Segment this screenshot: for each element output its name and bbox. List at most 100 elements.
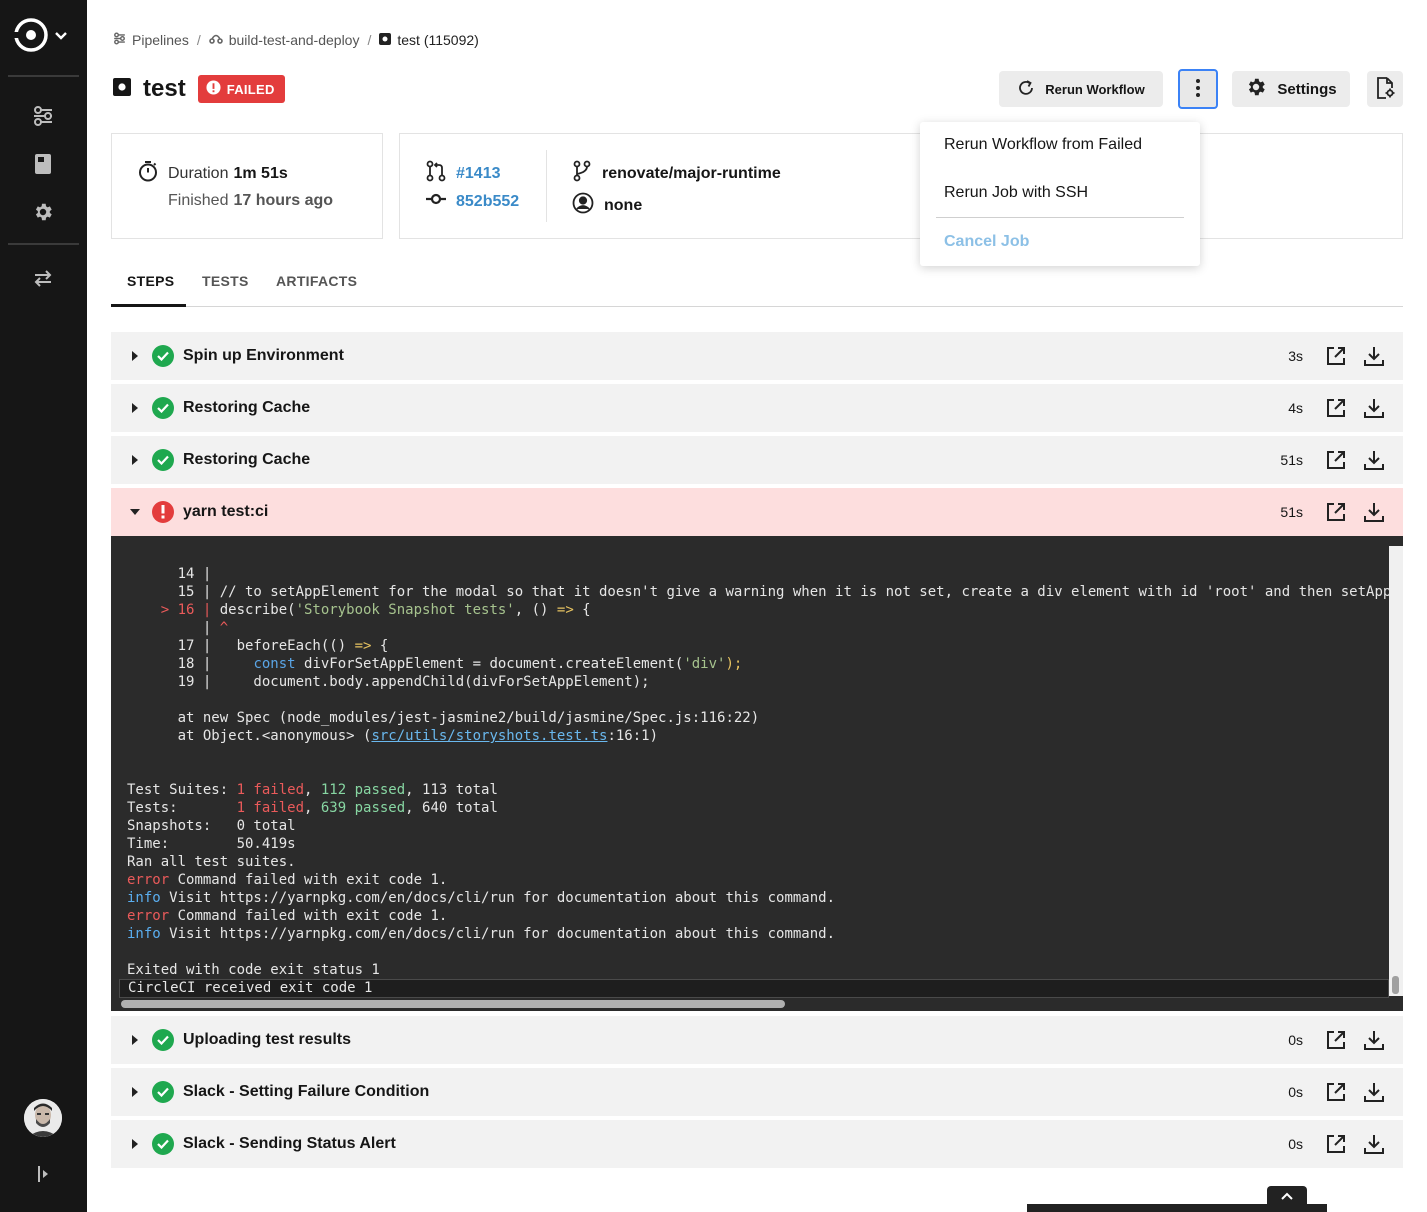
terminal-line: ); (725, 656, 743, 672)
terminal-keyword: const (253, 656, 296, 672)
expand-sidebar-icon[interactable] (29, 1160, 57, 1188)
menu-item-rerun-with-ssh[interactable]: Rerun Job with SSH (944, 184, 1088, 202)
caret-right-icon[interactable] (129, 350, 141, 362)
caret-right-icon[interactable] (129, 454, 141, 466)
commit-link[interactable]: 852b552 (456, 193, 519, 211)
step-row[interactable]: Restoring Cache 4s (111, 384, 1403, 432)
vertical-scrollbar-thumb[interactable] (1392, 976, 1399, 994)
tab-artifacts[interactable]: ARTIFACTS (276, 273, 357, 289)
open-external-icon[interactable] (1325, 397, 1347, 419)
caret-right-icon[interactable] (129, 1138, 141, 1150)
download-icon[interactable] (1363, 397, 1385, 419)
pr-row: #1413 (426, 160, 501, 187)
user-avatar[interactable] (24, 1099, 62, 1137)
terminal-line: | (127, 620, 220, 636)
caret-right-icon[interactable] (129, 1034, 141, 1046)
insights-book-icon[interactable] (29, 150, 57, 178)
terminal-line: { (371, 638, 389, 654)
terminal-line: Command failed with exit code 1. (169, 872, 448, 888)
open-external-icon[interactable] (1325, 345, 1347, 367)
tab-tests[interactable]: TESTS (202, 273, 249, 289)
download-icon[interactable] (1363, 345, 1385, 367)
vertical-scrollbar-track[interactable] (1389, 546, 1403, 996)
more-actions-button[interactable] (1178, 69, 1218, 109)
chevron-down-icon (54, 28, 68, 46)
branch-icon (572, 160, 592, 187)
step-row[interactable]: Restoring Cache 51s (111, 436, 1403, 484)
bottom-drawer-bar (1027, 1204, 1327, 1212)
pipelines-icon[interactable] (29, 102, 57, 130)
success-check-icon (152, 1133, 174, 1155)
breadcrumb-separator: / (367, 32, 372, 48)
caret-right-icon[interactable] (129, 402, 141, 414)
pipelines-icon (113, 32, 126, 48)
status-badge: FAILED (197, 75, 285, 103)
terminal-line: , 113 total (405, 782, 498, 798)
terminal-caret: ^ (219, 620, 229, 636)
config-file-button[interactable] (1367, 71, 1403, 107)
terminal-arrow: => (556, 602, 574, 618)
author-name: none (604, 196, 643, 214)
success-check-icon (152, 1081, 174, 1103)
terminal-line: , () (514, 602, 557, 618)
duration-value: 1m 51s (233, 164, 288, 182)
download-icon[interactable] (1363, 1081, 1385, 1103)
settings-button[interactable]: Settings (1232, 71, 1350, 107)
document-settings-icon (1375, 76, 1395, 102)
terminal-line: , (304, 782, 321, 798)
open-external-icon[interactable] (1325, 449, 1347, 471)
author-row: none (572, 192, 642, 219)
duration-label: Duration (168, 164, 229, 182)
terminal-line: describe( (219, 602, 296, 618)
breadcrumb-job: test (115092) (379, 32, 479, 48)
menu-divider (936, 217, 1184, 218)
terminal-error-keyword: error (127, 872, 170, 888)
download-icon[interactable] (1363, 1133, 1385, 1155)
rerun-workflow-button[interactable]: Rerun Workflow (999, 71, 1163, 107)
download-icon[interactable] (1363, 501, 1385, 523)
step-output-terminal[interactable]: 14 | 15 | // to setAppElement for the mo… (111, 536, 1403, 1011)
details-card: #1413 852b552 renovate/major-runtime non… (399, 133, 1403, 239)
breadcrumb-job-label: test (115092) (397, 32, 479, 48)
caret-right-icon[interactable] (129, 1086, 141, 1098)
download-icon[interactable] (1363, 449, 1385, 471)
workflow-icon (208, 32, 223, 48)
main-content: Pipelines / build-test-and-deploy / test… (87, 0, 1427, 1212)
terminal-error-keyword: error (127, 908, 170, 924)
tab-steps[interactable]: STEPS (127, 273, 174, 289)
terminal-line: Exited with code exit status 1 (127, 962, 380, 978)
terminal-file-link[interactable]: src/utils/storyshots.test.ts (371, 728, 607, 744)
settings-gear-icon[interactable] (29, 198, 57, 226)
step-name: Slack - Sending Status Alert (183, 1135, 396, 1152)
switch-arrows-icon[interactable] (29, 264, 57, 292)
menu-item-rerun-from-failed[interactable]: Rerun Workflow from Failed (944, 136, 1142, 154)
step-row-failed[interactable]: yarn test:ci 51s (111, 488, 1403, 536)
open-external-icon[interactable] (1325, 1081, 1347, 1103)
terminal-passed-count: 112 passed (320, 782, 406, 798)
breadcrumb-pipelines[interactable]: Pipelines (113, 32, 189, 48)
download-icon[interactable] (1363, 1029, 1385, 1051)
circleci-logo-icon (14, 17, 48, 57)
caret-down-icon[interactable] (129, 506, 141, 518)
breadcrumb-workflow[interactable]: build-test-and-deploy (208, 32, 359, 48)
job-header: test FAILED (113, 74, 285, 104)
finished-label: Finished (168, 192, 229, 209)
step-row[interactable]: Slack - Setting Failure Condition 0s (111, 1068, 1403, 1116)
step-name: Restoring Cache (183, 451, 311, 468)
open-external-icon[interactable] (1325, 1133, 1347, 1155)
open-external-icon[interactable] (1325, 1029, 1347, 1051)
pull-request-icon (426, 160, 446, 187)
step-row[interactable]: Slack - Sending Status Alert 0s (111, 1120, 1403, 1168)
org-switcher[interactable] (14, 17, 74, 57)
step-row[interactable]: Spin up Environment 3s (111, 332, 1403, 380)
terminal-line: at Object.<anonymous> ( (127, 728, 372, 744)
bottom-drawer-toggle[interactable] (1267, 1186, 1307, 1206)
horizontal-scrollbar[interactable] (121, 1000, 785, 1008)
sidebar-divider (8, 75, 79, 77)
pr-link[interactable]: #1413 (456, 165, 501, 183)
terminal-line: , 640 total (405, 800, 498, 816)
more-actions-menu: Rerun Workflow from Failed Rerun Job wit… (920, 122, 1200, 266)
terminal-line: Visit https://yarnpkg.com/en/docs/cli/ru… (160, 890, 836, 906)
step-row[interactable]: Uploading test results 0s (111, 1016, 1403, 1064)
open-external-icon[interactable] (1325, 501, 1347, 523)
